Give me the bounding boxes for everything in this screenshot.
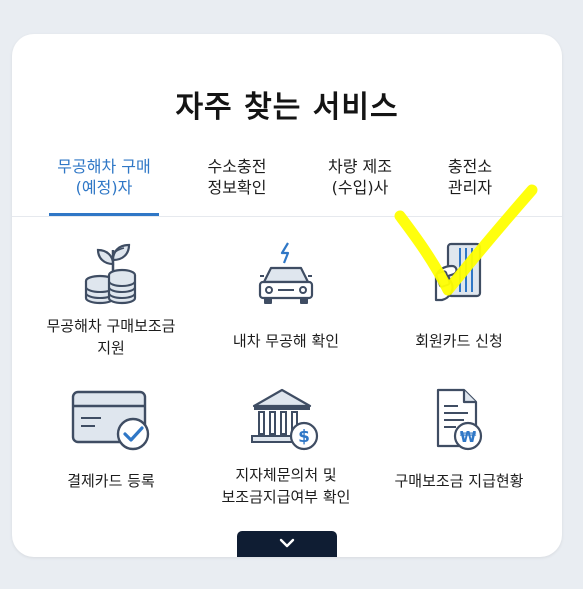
electric-car-icon: [258, 242, 314, 304]
service-local-gov-inquiry[interactable]: $ 지자체문의처 및 보조금지급여부 확인: [201, 386, 371, 508]
document-won-icon: ₩: [436, 388, 483, 451]
tab-label-line1: 충전소: [447, 157, 493, 176]
service-payment-card[interactable]: 결제카드 등록: [26, 386, 196, 492]
service-label-line1: 지자체문의처 및: [235, 466, 337, 484]
tab-bar: 무공해차 구매 (예정)자 수소충전 정보확인 차량 제조 (수입)사 충전소 …: [12, 152, 562, 217]
tab-manufacturer[interactable]: 차량 제조 (수입)사: [305, 152, 415, 216]
plant-coins-icon: [84, 243, 137, 305]
tab-ev-buyer[interactable]: 무공해차 구매 (예정)자: [49, 152, 159, 216]
tab-label-line2: 정보확인: [207, 178, 267, 197]
service-member-card[interactable]: 회원카드 신청: [374, 238, 544, 352]
chevron-down-icon: [279, 538, 295, 548]
tab-station-manager[interactable]: 충전소 관리자: [415, 152, 525, 216]
tab-label-line1: 차량 제조: [328, 157, 392, 176]
card-check-icon: [71, 390, 150, 451]
tab-label-line2: (예정)자: [75, 178, 133, 197]
service-subsidy-status[interactable]: ₩ 구매보조금 지급현황: [374, 386, 544, 492]
tab-label-line2: 관리자: [447, 178, 493, 197]
expand-more-button[interactable]: [237, 531, 337, 557]
service-label-line1: 구매보조금 지급현황: [394, 472, 524, 490]
section-title: 자주 찾는 서비스: [175, 90, 399, 125]
svg-text:$: $: [298, 427, 310, 447]
tab-label-line1: 무공해차 구매: [57, 157, 151, 176]
service-ev-check[interactable]: 내차 무공해 확인: [201, 238, 371, 352]
service-label-line1: 내차 무공해 확인: [232, 332, 340, 350]
service-label-line1: 무공해차 구매보조금: [46, 317, 176, 335]
tab-hydrogen-info[interactable]: 수소충전 정보확인: [182, 152, 292, 216]
service-label-line2: 보조금지급여부 확인: [221, 488, 351, 506]
svg-text:₩: ₩: [460, 428, 477, 446]
tab-label-line1: 수소충전: [207, 157, 267, 176]
services-card: 자주 찾는 서비스 무공해차 구매 (예정)자 수소충전 정보확인 차량 제조 …: [12, 34, 562, 557]
service-label-line1: 결제카드 등록: [67, 472, 155, 490]
card-hand-icon: [434, 242, 482, 302]
bank-dollar-icon: $: [251, 388, 319, 451]
service-label-line2: 지원: [97, 339, 125, 357]
service-label-line1: 회원카드 신청: [415, 332, 503, 350]
service-purchase-subsidy[interactable]: 무공해차 구매보조금 지원: [26, 238, 196, 359]
tab-label-line2: (수입)사: [331, 178, 389, 197]
